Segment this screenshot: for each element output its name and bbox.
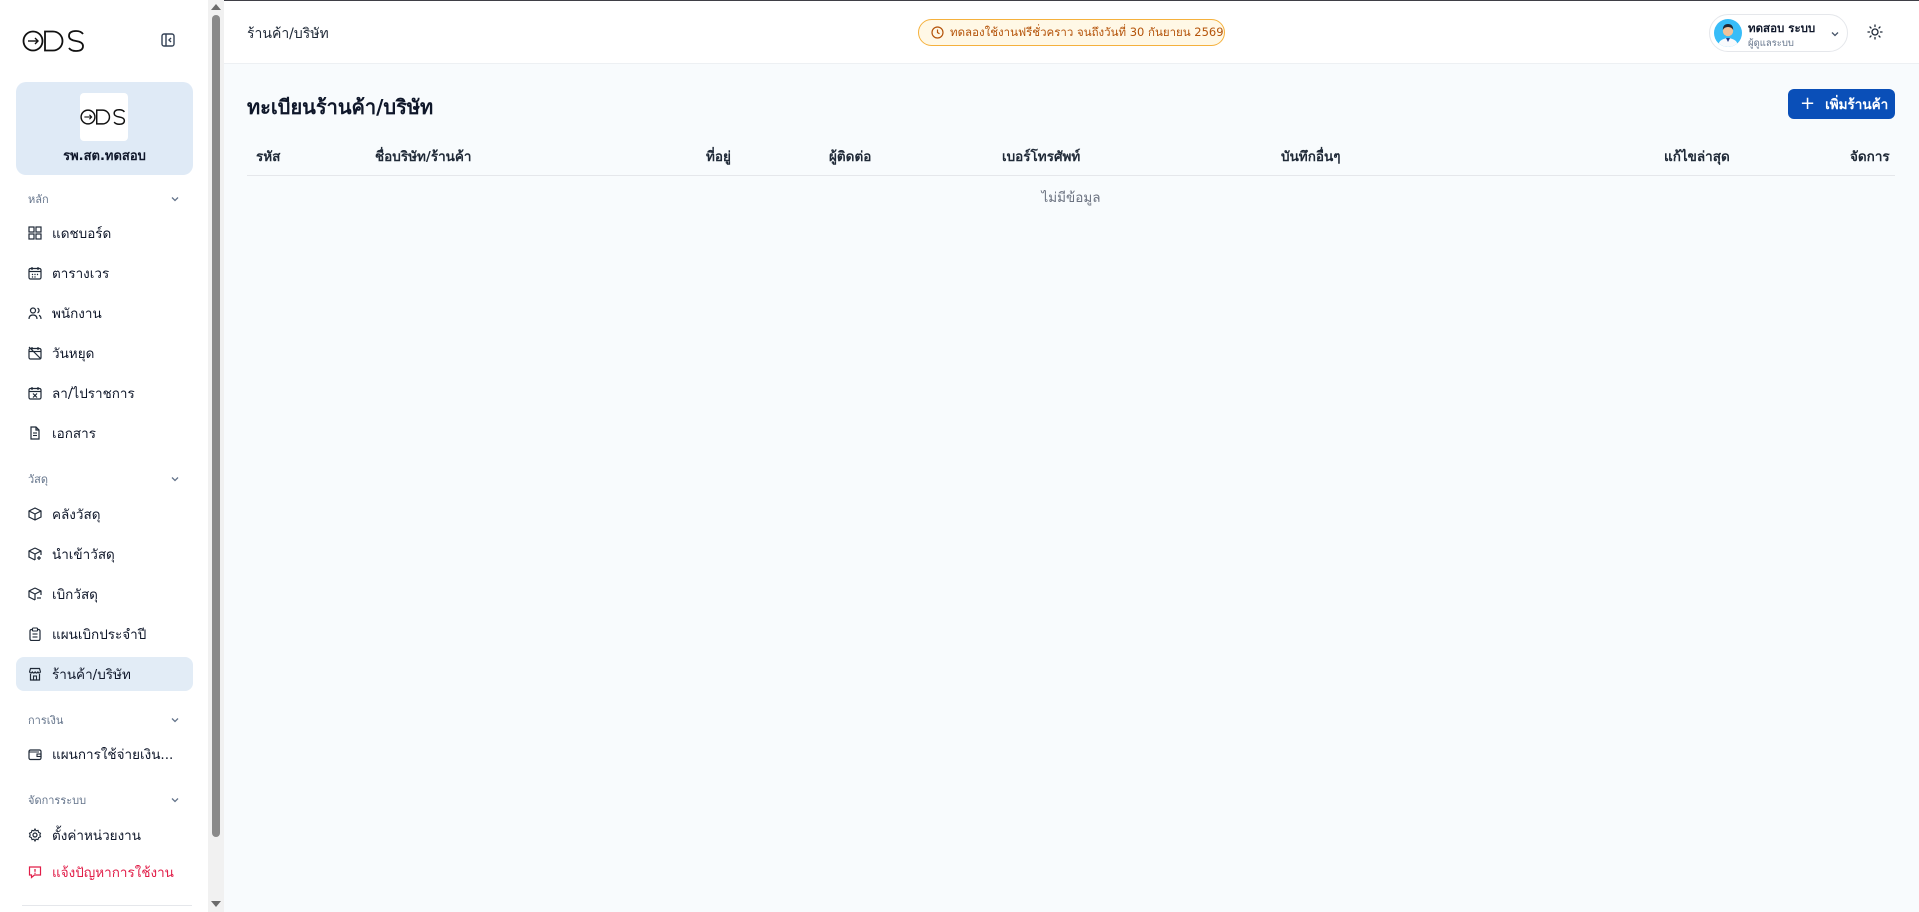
sidebar-scrollbar[interactable] [208,0,224,912]
section-header-finance[interactable]: การเงิน [28,711,180,729]
breadcrumb: ร้านค้า/บริษัท [247,26,329,42]
user-role: ผู้ดูแลระบบ [1748,38,1794,49]
sidebar-item-label: พนักงาน [52,306,102,322]
column-header-code[interactable]: รหัส [256,145,280,167]
package-icon [28,507,42,521]
sidebar-item-label: แจ้งปัญหาการใช้งาน [52,865,174,881]
ods-logo [22,30,84,52]
sidebar-item-dashboard[interactable]: แดชบอร์ด [16,216,193,250]
column-header-company-name[interactable]: ชื่อบริษัท/ร้านค้า [375,145,472,167]
sidebar-item-annual-plan[interactable]: แผนเบิกประจำปี [16,617,193,651]
package-out-icon [28,587,42,601]
section-header-materials[interactable]: วัสดุ [28,470,180,488]
settings-icon [28,828,42,842]
sidebar-item-import-materials[interactable]: นำเข้าวัสดุ [16,537,193,571]
column-header-contact[interactable]: ผู้ติดต่อ [829,145,871,167]
sidebar-item-withdraw-materials[interactable]: เบิกวัสดุ [16,577,193,611]
empty-state-text: ไม่มีข้อมูล [1041,190,1101,206]
section-label: จัดการระบบ [28,794,87,807]
sidebar-item-report-issue[interactable]: แจ้งปัญหาการใช้งาน [16,855,193,889]
organization-name: รพ.สต.ทดสอบ [63,149,146,164]
avatar [1714,19,1742,47]
calendar-icon [28,267,42,280]
sun-icon[interactable] [1867,24,1883,40]
add-store-button[interactable]: + เพิ่มร้านค้า [1788,89,1895,119]
trial-notice-badge: ทดลองใช้งานฟรีชั่วคราว จนถึงวันที่ 30 กั… [918,19,1225,46]
column-header-notes[interactable]: บันทึกอื่นๆ [1281,145,1340,167]
store-icon [28,667,42,681]
page-title: ทะเบียนร้านค้า/บริษัท [247,95,434,119]
column-header-actions[interactable]: จัดการ [1850,145,1890,167]
sidebar-item-label: ตารางเวร [52,266,110,282]
clock-icon [931,26,944,39]
calendar-off-icon [28,346,42,360]
chevron-down-icon [171,798,179,803]
sidebar-item-schedule[interactable]: ตารางเวร [16,256,193,290]
sidebar-item-label: เอกสาร [52,426,96,442]
column-header-last-modified[interactable]: แก้ไขล่าสุด [1664,145,1730,167]
users-icon [28,307,42,320]
user-menu[interactable]: ทดสอบ ระบบ ผู้ดูแลระบบ [1709,14,1848,52]
sidebar-item-org-settings[interactable]: ตั้งค่าหน่วยงาน [16,818,193,852]
wallet-icon [28,749,42,761]
alert-icon [28,866,42,879]
chevron-down-icon [171,197,179,202]
chevron-down-icon [1831,32,1839,37]
sidebar-item-employees[interactable]: พนักงาน [16,296,193,330]
section-header-main[interactable]: หลัก [28,190,180,208]
sidebar-collapse-icon[interactable] [160,32,176,48]
chevron-down-icon [171,718,179,723]
trial-notice-text: ทดลองใช้งานฟรีชั่วคราว จนถึงวันที่ 30 กั… [950,24,1224,39]
sidebar-item-inventory[interactable]: คลังวัสดุ [16,497,193,531]
sidebar-item-label: แดชบอร์ด [52,226,112,242]
sidebar-item-label: แผนการใช้จ่ายเงิน... [52,747,174,763]
plus-icon: + [1800,93,1816,114]
dashboard-icon [28,226,42,240]
sidebar-divider [22,905,192,906]
package-in-icon [28,547,42,561]
sidebar-item-label: ลา/ไปราชการ [52,386,135,402]
section-label: หลัก [28,193,49,206]
scroll-up-arrow-icon[interactable] [211,4,221,10]
add-store-button-label: เพิ่มร้านค้า [1825,97,1889,113]
organization-logo [80,93,128,141]
sidebar-item-spending-plan[interactable]: แผนการใช้จ่ายเงิน... [16,737,193,771]
sidebar-item-label: แผนเบิกประจำปี [52,627,147,643]
sidebar-item-stores[interactable]: ร้านค้า/บริษัท [16,657,193,691]
document-icon [30,426,40,440]
sidebar-item-label: วันหยุด [52,346,95,362]
top-header: ร้านค้า/บริษัท ทดลองใช้งานฟรีชั่วคราว จน… [224,1,1919,64]
sidebar-item-label: ตั้งค่าหน่วยงาน [52,828,141,844]
sidebar-item-label: นำเข้าวัสดุ [52,547,115,563]
sidebar: รพ.สต.ทดสอบ หลัก แดชบอร์ด ตารางเวร พนักง… [0,0,208,912]
calendar-x-icon [28,387,42,400]
sidebar-item-leave[interactable]: ลา/ไปราชการ [16,376,193,410]
section-header-system[interactable]: จัดการระบบ [28,791,180,809]
scroll-thumb[interactable] [212,15,220,837]
table-header-divider [247,175,1895,176]
sidebar-item-documents[interactable]: เอกสาร [16,416,193,450]
sidebar-item-holidays[interactable]: วันหยุด [16,336,193,370]
section-label: วัสดุ [28,473,49,486]
sidebar-item-label: ร้านค้า/บริษัท [52,667,131,683]
sidebar-item-label: เบิกวัสดุ [52,587,98,603]
chevron-down-icon [171,477,179,482]
column-header-address[interactable]: ที่อยู่ [706,145,731,167]
sidebar-item-label: คลังวัสดุ [52,507,101,523]
column-header-phone[interactable]: เบอร์โทรศัพท์ [1002,145,1080,167]
scroll-down-arrow-icon[interactable] [211,901,221,907]
clipboard-icon [29,627,41,641]
section-label: การเงิน [28,714,64,727]
sidebar-logo-row [0,0,208,82]
organization-card[interactable]: รพ.สต.ทดสอบ [16,82,193,175]
